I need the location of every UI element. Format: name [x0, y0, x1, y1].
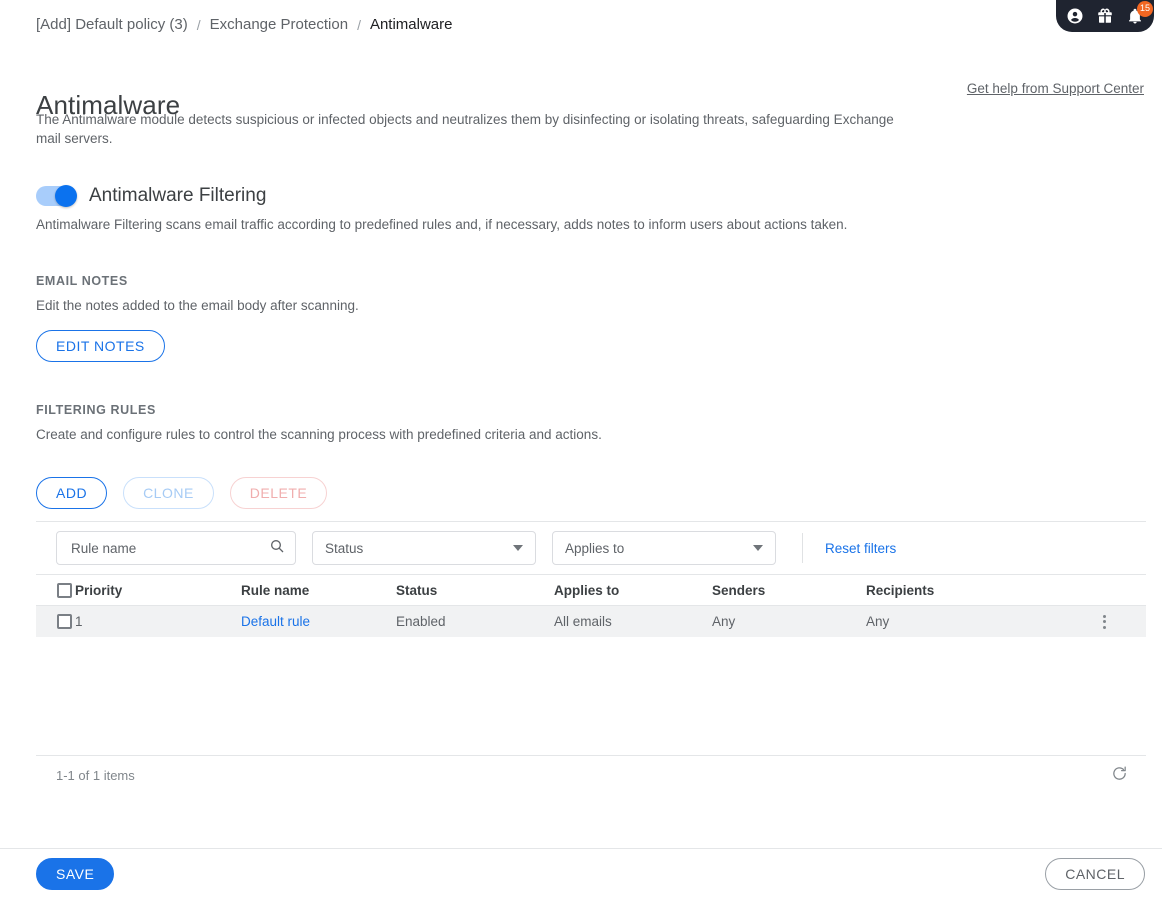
cell-applies-to: All emails	[554, 614, 612, 629]
cell-status: Enabled	[396, 614, 446, 629]
antimalware-filtering-toggle-row: Antimalware Filtering	[36, 185, 266, 207]
breadcrumb-item-exchange-protection[interactable]: Exchange Protection	[210, 16, 348, 33]
bottom-action-bar: SAVE CANCEL	[0, 848, 1162, 897]
column-header-priority[interactable]: Priority	[75, 583, 241, 598]
antimalware-filtering-label: Antimalware Filtering	[89, 185, 267, 206]
refresh-icon[interactable]	[1111, 765, 1128, 787]
notification-count-badge: 15	[1136, 1, 1153, 17]
antimalware-filtering-description: Antimalware Filtering scans email traffi…	[36, 217, 848, 232]
table-header-row: Priority Rule name Status Applies to Sen…	[36, 575, 1146, 606]
antimalware-filtering-toggle[interactable]	[36, 185, 77, 207]
row-more-options-icon[interactable]	[1096, 613, 1112, 631]
chevron-down-icon	[513, 545, 523, 551]
applies-to-filter-select[interactable]: Applies to	[552, 531, 776, 565]
filtering-rules-section-title: FILTERING RULES	[36, 403, 156, 417]
filtering-rules-description: Create and configure rules to control th…	[36, 427, 602, 442]
status-filter-value: Status	[325, 540, 364, 556]
select-all-checkbox-cell	[36, 582, 75, 598]
reset-filters-link[interactable]: Reset filters	[825, 541, 896, 556]
breadcrumb-item-policy[interactable]: [Add] Default policy (3)	[36, 16, 188, 33]
cell-senders: Any	[712, 614, 736, 629]
add-rule-button[interactable]: ADD	[36, 477, 108, 509]
account-circle-icon[interactable]	[1066, 7, 1084, 25]
save-button[interactable]: SAVE	[36, 858, 115, 890]
breadcrumb-separator: /	[196, 16, 201, 33]
rules-filter-bar: Status Applies to Reset filters	[36, 521, 1146, 575]
page-description: The Antimalware module detects suspiciou…	[36, 112, 894, 146]
applies-to-filter-value: Applies to	[565, 540, 625, 556]
table-row[interactable]: 1 Default rule Enabled All emails Any An…	[36, 606, 1146, 637]
toggle-knob	[55, 185, 77, 207]
email-notes-section-title: EMAIL NOTES	[36, 274, 128, 288]
row-select-checkbox[interactable]	[57, 614, 72, 629]
breadcrumb-separator: /	[357, 16, 361, 33]
column-header-recipients[interactable]: Recipients	[866, 583, 1146, 598]
antimalware-settings-page: 15 [Add] Default policy (3) / Exchange P…	[0, 0, 1162, 897]
cell-priority: 1	[75, 614, 83, 629]
rules-action-buttons: ADD CLONE DELETE	[36, 477, 328, 509]
rule-name-search-input[interactable]	[69, 539, 269, 557]
support-center-link[interactable]: Get help from Support Center	[967, 81, 1144, 96]
items-count-label: 1-1 of 1 items	[56, 768, 135, 783]
column-header-rule-name[interactable]: Rule name	[241, 583, 396, 598]
rule-name-search-box[interactable]	[56, 531, 296, 565]
select-all-checkbox[interactable]	[57, 582, 72, 598]
search-icon[interactable]	[269, 538, 285, 559]
breadcrumb-item-antimalware: Antimalware	[369, 16, 453, 33]
filtering-rules-table: Priority Rule name Status Applies to Sen…	[36, 575, 1146, 637]
chevron-down-icon	[753, 545, 763, 551]
column-header-status[interactable]: Status	[396, 583, 554, 598]
topbar-icon-cluster: 15	[1056, 0, 1154, 32]
column-header-senders[interactable]: Senders	[712, 583, 866, 598]
notification-bell-icon[interactable]: 15	[1126, 1, 1153, 25]
delete-rule-button[interactable]: DELETE	[229, 477, 328, 509]
filter-divider	[802, 533, 803, 563]
column-header-applies-to[interactable]: Applies to	[554, 583, 712, 598]
row-checkbox-cell	[36, 614, 75, 629]
edit-notes-button[interactable]: EDIT NOTES	[36, 330, 165, 362]
cancel-button[interactable]: CANCEL	[1045, 858, 1145, 890]
status-filter-select[interactable]: Status	[312, 531, 536, 565]
breadcrumb: [Add] Default policy (3) / Exchange Prot…	[36, 16, 452, 33]
email-notes-description: Edit the notes added to the email body a…	[36, 298, 359, 313]
table-footer: 1-1 of 1 items	[36, 755, 1146, 795]
gift-icon[interactable]	[1096, 7, 1114, 25]
clone-rule-button[interactable]: CLONE	[123, 477, 214, 509]
cell-rule-name-link[interactable]: Default rule	[241, 614, 310, 629]
